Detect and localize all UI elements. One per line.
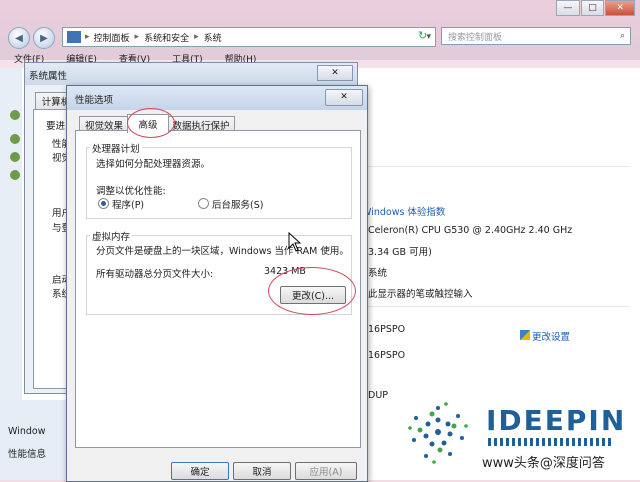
adjust-label: 调整以优化性能: [96, 186, 166, 197]
advanced-tab-panel: 处理器计划 选择如何分配处理器资源。 调整以优化性能: 程序(P) 后台服务(S… [75, 130, 361, 448]
mouse-cursor-icon [288, 232, 302, 252]
close-button[interactable]: ✕ [605, 0, 635, 16]
workgroup-value: DUP [368, 390, 388, 401]
annotation-circle [268, 267, 356, 315]
ideepin-logo-icon [408, 402, 468, 464]
annotation-circle [127, 108, 175, 138]
breadcrumb-arrow-icon: ▸ [85, 32, 90, 42]
processor-value: Celeron(R) CPU G530 @ 2.40GHz 2.40 GHz [368, 225, 573, 236]
button-label: 应用(A) [309, 467, 343, 478]
apply-button[interactable]: 应用(A) [295, 462, 357, 480]
see-also-pane: Window 性能信息 [0, 400, 72, 480]
shield-icon [10, 152, 20, 162]
partial-text: 要进 [46, 121, 66, 132]
group-legend: 虚拟内存 [90, 229, 133, 243]
computer-name-value: 16PSPO [368, 324, 406, 335]
minimize-button[interactable]: — [556, 0, 580, 16]
search-placeholder: 搜索控制面板 [448, 32, 503, 43]
window-controls: — □ ✕ [556, 0, 636, 16]
button-label: 取消 [252, 467, 272, 478]
address-bar[interactable]: ▸ 控制面板 ▸ 系统和安全 ▸ 系统 ▾ [62, 27, 436, 47]
total-paging-label: 所有驱动器总分页文件大小: [96, 269, 214, 280]
search-input[interactable]: 搜索控制面板 ⌕ [441, 27, 631, 45]
shield-icon [10, 170, 20, 180]
breadcrumb-arrow-icon: ▸ [194, 32, 199, 42]
divider [360, 306, 630, 307]
breadcrumb-item[interactable]: 系统 [204, 31, 222, 44]
performance-options-dialog: 性能选项 ✕ 视觉效果 高级 数据执行保护 处理器计划 选择如何分配处理器资源。… [66, 85, 368, 482]
shield-icon [520, 330, 530, 340]
divider [360, 166, 630, 167]
breadcrumb-item[interactable]: 系统和安全 [144, 31, 189, 44]
brand-name: IDEEPIN [486, 404, 627, 437]
performance-info-link[interactable]: 性能信息 [8, 446, 46, 460]
full-computer-name-value: 16PSPO [368, 350, 406, 361]
radio-background-services[interactable] [198, 198, 209, 209]
performance-options-titlebar: 性能选项 ✕ [67, 86, 367, 110]
windows-experience-link[interactable]: Windows 体验指数 [362, 204, 445, 218]
ram-value: 3.34 GB 可用) [368, 247, 432, 258]
control-panel-icon [67, 31, 81, 43]
nav-buttons: ◀ ▶ [8, 27, 55, 49]
shield-icon [10, 110, 20, 120]
shield-icon [10, 134, 20, 144]
forward-button[interactable]: ▶ [33, 27, 55, 49]
windows-update-link[interactable]: Window [8, 426, 45, 437]
change-settings-link[interactable]: 更改设置 [532, 329, 570, 343]
search-icon: ⌕ [619, 31, 625, 41]
radio-label[interactable]: 程序(P) [112, 197, 144, 211]
brand-logo-panel: IDEEPIN www头条@深度问答 [398, 388, 640, 480]
cancel-button[interactable]: 取消 [233, 462, 291, 480]
maximize-button[interactable]: □ [580, 0, 605, 16]
watermark-text: www头条@深度问答 [482, 456, 605, 471]
back-button[interactable]: ◀ [8, 27, 30, 49]
dialog-title: 系统属性 [29, 71, 68, 82]
group-description: 选择如何分配处理器资源。 [96, 159, 211, 170]
button-label: 确定 [190, 467, 210, 478]
refresh-icon[interactable]: ↻ [418, 29, 427, 42]
ok-button[interactable]: 确定 [171, 462, 229, 480]
breadcrumb-item[interactable]: 控制面板 [94, 31, 130, 44]
close-button[interactable]: ✕ [325, 89, 363, 106]
pen-touch-value: 此显示器的笔或触控输入 [368, 289, 473, 300]
vm-description: 分页文件是硬盘上的一块区域，Windows 当作 RAM 使用。 [96, 246, 349, 257]
group-legend: 处理器计划 [90, 141, 142, 155]
breadcrumb-arrow-icon: ▸ [134, 32, 140, 42]
brand-bar [488, 438, 612, 446]
system-properties-titlebar: 系统属性 ✕ [25, 63, 357, 85]
dialog-title: 性能选项 [75, 95, 114, 106]
system-type-value: 系统 [368, 268, 388, 279]
close-button[interactable]: ✕ [317, 65, 353, 81]
radio-programs[interactable] [98, 198, 109, 209]
radio-label[interactable]: 后台服务(S) [212, 197, 263, 211]
